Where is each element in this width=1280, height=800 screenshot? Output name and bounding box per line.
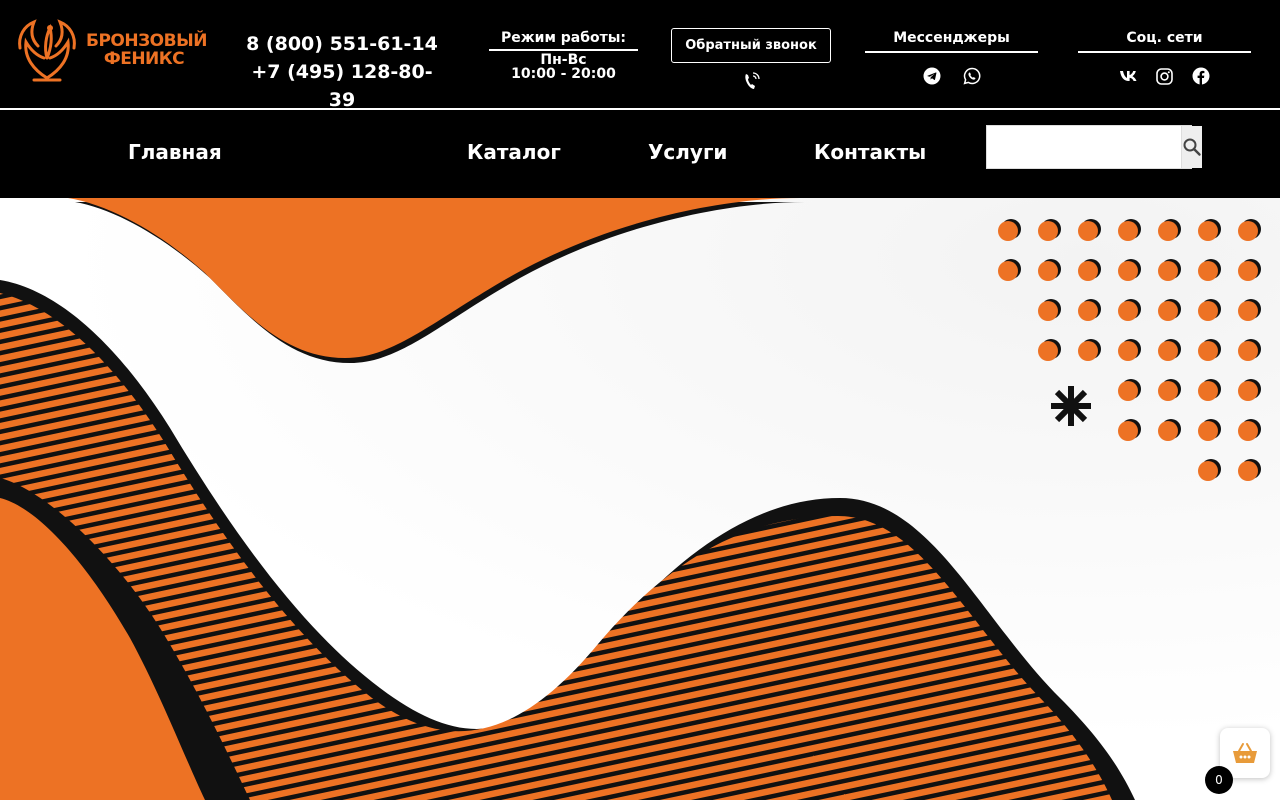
working-hours-title: Режим работы: <box>489 30 638 51</box>
decorative-dot <box>1198 261 1218 281</box>
decorative-dot <box>1198 421 1218 441</box>
decorative-dot <box>1078 221 1098 241</box>
decorative-dot <box>1118 261 1138 281</box>
decorative-dot <box>1038 221 1058 241</box>
working-days: Пн-Вс <box>540 52 587 68</box>
basket-icon <box>1233 743 1257 763</box>
telegram-icon[interactable] <box>916 61 947 91</box>
decorative-dot <box>1078 341 1098 361</box>
decorative-dot <box>1198 301 1218 321</box>
decorative-dot <box>1078 301 1098 321</box>
search-input[interactable] <box>987 126 1181 168</box>
decorative-dot <box>1238 421 1258 441</box>
phone-link-2[interactable]: +7 (495) 128-80-39 <box>244 58 440 114</box>
nav-item-home[interactable]: Главная <box>128 140 222 164</box>
search-button[interactable] <box>1181 126 1202 168</box>
instagram-icon[interactable] <box>1149 61 1180 91</box>
whatsapp-icon[interactable] <box>956 61 987 91</box>
decorative-dot <box>1198 461 1218 481</box>
decorative-dot <box>1238 221 1258 241</box>
decorative-dot <box>1038 261 1058 281</box>
decorative-dot <box>1158 221 1178 241</box>
nav-item-catalog[interactable]: Каталог <box>467 140 561 164</box>
decorative-dot <box>1118 301 1138 321</box>
abstract-wave-illustration <box>0 198 1280 800</box>
main-navigation: Главная Каталог Услуги Контакты <box>0 110 1280 198</box>
decorative-dot <box>1158 261 1178 281</box>
hero-banner <box>0 198 1280 800</box>
vk-icon[interactable] <box>1113 61 1144 91</box>
decorative-dot <box>1198 221 1218 241</box>
search-form <box>986 125 1202 169</box>
phoenix-icon <box>18 19 76 82</box>
messengers-group: Мессенджеры <box>865 30 1038 91</box>
messengers-icons <box>865 61 1038 91</box>
phone-link-1[interactable]: 8 (800) 551-61-14 <box>244 30 440 58</box>
socials-group: Соц. сети <box>1078 30 1251 91</box>
decorative-dot <box>1158 301 1178 321</box>
decorative-dot <box>1238 301 1258 321</box>
phone-numbers: 8 (800) 551-61-14 +7 (495) 128-80-39 <box>244 30 440 114</box>
decorative-dot <box>1038 301 1058 321</box>
brand-name: БРОНЗОВЫЙ ФЕНИКС <box>86 31 207 69</box>
top-header: БРОНЗОВЫЙ ФЕНИКС 8 (800) 551-61-14 +7 (4… <box>0 0 1280 111</box>
socials-title: Соц. сети <box>1078 30 1251 53</box>
messengers-title: Мессенджеры <box>865 30 1038 53</box>
logo[interactable]: БРОНЗОВЫЙ ФЕНИКС <box>14 18 207 82</box>
working-hours: Режим работы: Пн-Вс 10:00 - 20:00 <box>489 30 638 81</box>
decorative-dot <box>1158 421 1178 441</box>
decorative-dot <box>1238 461 1258 481</box>
decorative-dot <box>1118 381 1138 401</box>
decorative-dot <box>1158 381 1178 401</box>
decorative-dot <box>1078 261 1098 281</box>
decorative-dot <box>1238 261 1258 281</box>
decorative-dot <box>1158 341 1178 361</box>
decorative-dot <box>998 221 1018 241</box>
decorative-dot <box>1238 341 1258 361</box>
facebook-icon[interactable] <box>1185 61 1216 91</box>
brand-name-line1: БРОНЗОВЫЙ <box>86 31 207 51</box>
decorative-dot <box>998 261 1018 281</box>
decorative-dot <box>1198 341 1218 361</box>
nav-item-services[interactable]: Услуги <box>648 140 727 164</box>
cart-count-badge: 0 <box>1205 766 1233 794</box>
socials-icons <box>1078 61 1251 91</box>
decorative-dot <box>1198 381 1218 401</box>
decorative-dot <box>1238 381 1258 401</box>
phone-ringing-icon[interactable] <box>740 70 762 92</box>
decorative-dot <box>1038 341 1058 361</box>
search-icon <box>1183 138 1201 156</box>
decorative-dot <box>1118 421 1138 441</box>
brand-name-line2: ФЕНИКС <box>103 49 185 69</box>
callback-button[interactable]: Обратный звонок <box>671 28 831 63</box>
decorative-dot <box>1118 341 1138 361</box>
working-time: 10:00 - 20:00 <box>511 66 616 82</box>
decorative-dot <box>1118 221 1138 241</box>
nav-item-contacts[interactable]: Контакты <box>814 140 926 164</box>
